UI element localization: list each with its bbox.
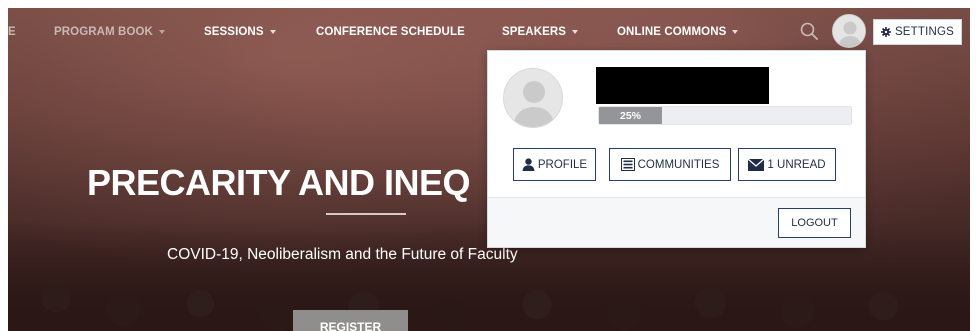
logout-button[interactable]: LOGOUT <box>778 208 851 238</box>
hero-divider <box>326 213 406 215</box>
caret-down-icon <box>732 30 739 34</box>
settings-label: SETTINGS <box>894 26 955 38</box>
envelope-icon <box>748 158 765 171</box>
user-icon <box>522 158 535 171</box>
default-avatar-icon <box>504 69 562 127</box>
hero-title: PRECARITY AND INEQ <box>87 162 471 203</box>
hero-subtitle: COVID-19, Neoliberalism and the Future o… <box>167 246 518 263</box>
register-button[interactable]: REGISTER <box>293 310 408 331</box>
list-icon <box>620 158 635 171</box>
nav-item-conference-schedule[interactable]: CONFERENCE SCHEDULE <box>316 8 465 56</box>
caret-down-icon <box>572 30 579 34</box>
profile-progress-bar: 25% <box>598 106 852 125</box>
nav-item-speakers[interactable]: SPEAKERS <box>502 8 579 56</box>
redacted-username <box>596 67 769 104</box>
profile-button[interactable]: PROFILE <box>513 148 596 181</box>
settings-button[interactable]: SETTINGS <box>873 19 962 45</box>
main-nav: E PROGRAM BOOK SESSIONS CONFERENCE SCHED… <box>8 8 970 56</box>
caret-down-icon <box>158 30 165 34</box>
progress-fill: 25% <box>599 107 662 124</box>
profile-label: PROFILE <box>537 158 588 171</box>
nav-item-program-book[interactable]: PROGRAM BOOK <box>54 8 165 56</box>
caret-down-icon <box>269 30 276 34</box>
unread-label: 1 UNREAD <box>767 158 826 171</box>
communities-button[interactable]: COMMUNITIES <box>609 148 731 181</box>
progress-label: 25% <box>619 109 641 122</box>
unread-messages-button[interactable]: 1 UNREAD <box>738 148 836 181</box>
communities-label: COMMUNITIES <box>637 158 720 171</box>
nav-item-partial[interactable]: E <box>8 8 16 56</box>
nav-item-online-commons[interactable]: ONLINE COMMONS <box>617 8 739 56</box>
user-avatar[interactable] <box>832 14 866 48</box>
nav-item-sessions[interactable]: SESSIONS <box>204 8 276 56</box>
profile-avatar <box>503 68 563 128</box>
user-dropdown-panel: 25% PROFILE COMMUNITIES 1 UNREAD LOGOUT <box>487 50 866 248</box>
search-icon[interactable] <box>800 22 818 40</box>
gear-icon <box>880 27 891 37</box>
